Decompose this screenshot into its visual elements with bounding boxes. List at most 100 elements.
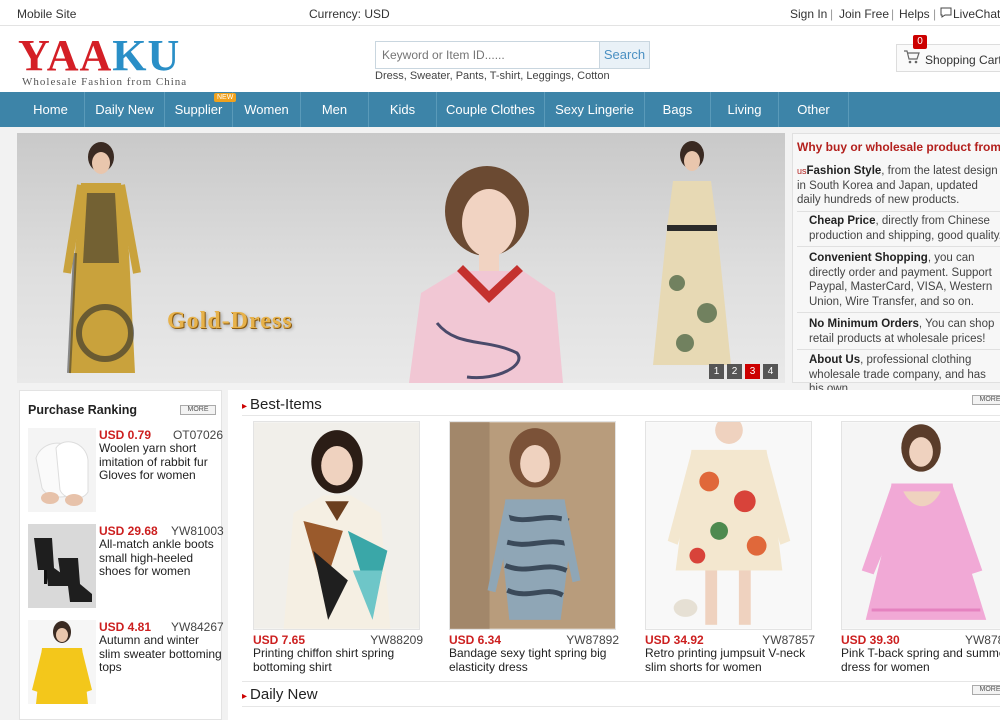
- product-image: [253, 421, 420, 630]
- banner-page-4[interactable]: 4: [763, 364, 778, 379]
- banner-headline: Gold-Dress: [167, 308, 293, 334]
- gloves-product-image: [28, 428, 96, 512]
- cart-icon: [904, 50, 920, 64]
- banner-page-3[interactable]: 3: [745, 364, 760, 379]
- why-point-head: About Us: [809, 354, 861, 366]
- best-items-heading: ▸ Best-Items: [242, 396, 322, 413]
- join-free-link[interactable]: Join Free: [839, 7, 889, 21]
- purchase-ranking-panel: Purchase Ranking MORE USD 0.79 OT07026 W…: [19, 390, 224, 720]
- product-code: YW87857: [762, 633, 815, 647]
- helps-link[interactable]: Helps: [899, 7, 930, 21]
- separator: |: [830, 7, 834, 21]
- product-price: USD 34.92: [645, 633, 704, 647]
- why-buy-title: Why buy or wholesale product from: [797, 140, 1000, 154]
- product-image: [645, 416, 812, 630]
- mobile-site-link[interactable]: Mobile Site: [17, 7, 76, 21]
- ranking-price: USD 0.79: [99, 428, 152, 442]
- product-card[interactable]: USD 6.34 YW87892 Bandage sexy tight spri…: [449, 421, 619, 673]
- ranking-code: YW81003: [171, 524, 224, 538]
- why-buy-panel: Why buy or wholesale product from usFash…: [792, 133, 1000, 395]
- nav-other[interactable]: Other: [779, 92, 849, 127]
- best-items-section: ▸ Best-Items MORE USD 7.65 YW88209 Printi…: [228, 390, 1000, 720]
- nav-bags[interactable]: Bags: [645, 92, 711, 127]
- best-items-more-button[interactable]: MORE: [972, 395, 1000, 405]
- product-name[interactable]: Pink T-back spring and summer dress for …: [841, 646, 1000, 674]
- daily-new-title: Daily New: [250, 686, 318, 703]
- ranking-name[interactable]: All-match ankle boots small high-heeled …: [99, 537, 223, 579]
- cart-count-badge: 0: [913, 35, 927, 49]
- search-input[interactable]: [376, 42, 600, 68]
- cart-label: Shopping Cart: [925, 53, 1000, 67]
- logo-text-blue: KU: [112, 31, 181, 80]
- hero-banner[interactable]: Gold-Dress 1234: [17, 133, 785, 383]
- ranking-code: OT07026: [172, 428, 223, 442]
- product-name[interactable]: Bandage sexy tight spring big elasticity…: [449, 646, 619, 674]
- daily-new-more-button[interactable]: MORE: [972, 685, 1000, 695]
- ranking-more-button[interactable]: MORE: [180, 405, 216, 415]
- search-box: Search: [375, 41, 650, 69]
- bullet-icon: ▸: [242, 691, 248, 702]
- ranking-name[interactable]: Woolen yarn short imitation of rabbit fu…: [99, 441, 223, 483]
- product-price: USD 6.34: [449, 633, 502, 647]
- daily-new-heading: ▸ Daily New: [242, 686, 318, 703]
- ranking-price: USD 29.68: [99, 524, 158, 538]
- nav-sexy-lingerie[interactable]: Sexy Lingerie: [545, 92, 645, 127]
- product-name[interactable]: Printing chiffon shirt spring bottoming …: [253, 646, 423, 674]
- product-code: YW87892: [566, 633, 619, 647]
- header: YAAKU Wholesale Fashion from China Searc…: [0, 26, 1000, 92]
- product-card[interactable]: USD 39.30 YW8784 Pink T-back spring and …: [841, 421, 1000, 673]
- bullet-icon: ▸: [242, 401, 248, 412]
- why-point-head: Convenient Shopping: [809, 252, 928, 264]
- us-tag: us: [797, 166, 807, 176]
- why-point: Convenient Shopping, you can directly or…: [797, 251, 1000, 313]
- nav-daily-new[interactable]: Daily New: [85, 92, 165, 127]
- product-code: YW8784: [964, 633, 1000, 647]
- separator: |: [933, 7, 937, 21]
- top-bar: Mobile Site Currency: USD Sign In | Join…: [0, 0, 1000, 26]
- product-card[interactable]: USD 7.65 YW88209 Printing chiffon shirt …: [253, 421, 423, 673]
- nav-men[interactable]: Men: [301, 92, 369, 127]
- best-items-title: Best-Items: [250, 396, 322, 413]
- search-button[interactable]: Search: [599, 42, 649, 68]
- why-point-head: Fashion Style: [806, 165, 882, 177]
- currency-selector[interactable]: Currency: USD: [309, 7, 390, 21]
- sign-in-link[interactable]: Sign In: [790, 7, 827, 21]
- product-image: [449, 421, 616, 630]
- site-logo[interactable]: YAAKU Wholesale Fashion from China: [18, 34, 188, 89]
- why-point: Cheap Price, directly from Chinese produ…: [797, 214, 1000, 247]
- nav-women[interactable]: Women: [233, 92, 301, 127]
- nav-living[interactable]: Living: [711, 92, 779, 127]
- main-nav: Home Daily New Supplier NEW Women Men Ki…: [0, 92, 1000, 127]
- nav-kids[interactable]: Kids: [369, 92, 437, 127]
- product-card[interactable]: USD 34.92 YW87857 Retro printing jumpsui…: [645, 416, 815, 673]
- banner-pagination: 1234: [709, 363, 781, 379]
- product-price: USD 39.30: [841, 633, 900, 647]
- product-image: [841, 421, 1000, 630]
- ranking-code: YW84267: [171, 620, 224, 634]
- chat-icon: [940, 7, 952, 21]
- separator: |: [891, 7, 895, 21]
- banner-page-1[interactable]: 1: [709, 364, 724, 379]
- product-name[interactable]: Retro printing jumpsuit V-neck slim shor…: [645, 646, 815, 674]
- product-code: YW88209: [370, 633, 423, 647]
- banner-models-image: [63, 141, 731, 383]
- shopping-cart-button[interactable]: 0 Shopping Cart: [896, 35, 1000, 72]
- nav-couple-clothes[interactable]: Couple Clothes: [437, 92, 545, 127]
- divider: [242, 415, 1000, 416]
- live-chat-link[interactable]: LiveChat: [953, 7, 1000, 21]
- sweater-product-image: [28, 620, 96, 704]
- hot-keywords[interactable]: Dress, Sweater, Pants, T-shirt, Leggings…: [375, 70, 610, 82]
- divider: [242, 706, 1000, 707]
- why-point: No Minimum Orders, You can shop retail p…: [797, 317, 1000, 350]
- why-point-head: No Minimum Orders: [809, 318, 919, 330]
- banner-page-2[interactable]: 2: [727, 364, 742, 379]
- why-point-head: Cheap Price: [809, 215, 876, 227]
- product-price: USD 7.65: [253, 633, 306, 647]
- purchase-ranking-title: Purchase Ranking: [28, 403, 138, 417]
- boots-product-image: [28, 524, 96, 608]
- nav-home[interactable]: Home: [17, 92, 85, 127]
- divider: [242, 681, 1000, 682]
- why-point: usFashion Style, from the latest design …: [797, 164, 1000, 212]
- logo-tagline: Wholesale Fashion from China: [22, 76, 188, 88]
- ranking-name[interactable]: Autumn and winter slim sweater bottoming…: [99, 633, 223, 675]
